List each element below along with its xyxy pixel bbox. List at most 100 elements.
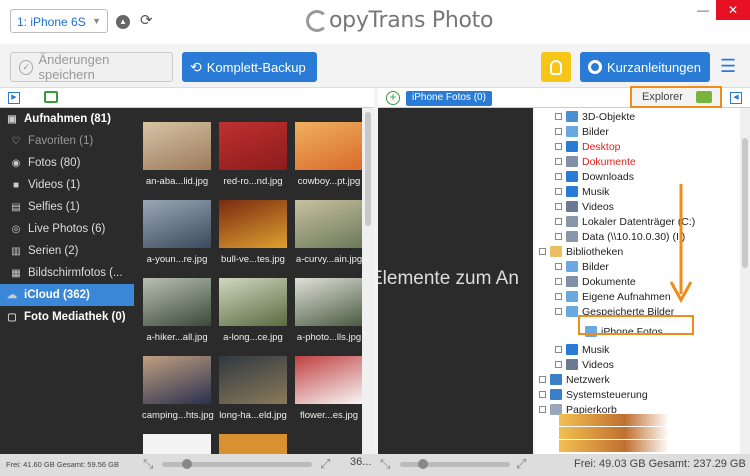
sidebar-item-1[interactable]: ♡ Favoriten (1)	[0, 130, 134, 152]
tree-node[interactable]: Musik	[555, 184, 609, 199]
photo-image	[295, 200, 362, 248]
sidebar-item-label: Videos (1)	[28, 179, 81, 191]
shrink-icon[interactable]: ⤡	[143, 456, 153, 472]
tree-node[interactable]: Bilder	[555, 259, 609, 274]
device-select[interactable]: 1: iPhone 6S ▼	[10, 9, 108, 33]
expander-icon[interactable]	[539, 376, 546, 383]
new-album-icon[interactable]	[44, 91, 58, 103]
expand-icon[interactable]: ⤢	[516, 456, 526, 472]
sidebar-item-label: Serien (2)	[28, 245, 79, 257]
photo-thumbnail[interactable]: an-aba...lid.jpg	[142, 122, 212, 187]
zoom-slider[interactable]	[400, 459, 510, 469]
expander-icon[interactable]	[555, 128, 562, 135]
tree-node[interactable]: 3D-Objekte	[555, 109, 635, 124]
photo-thumbnail[interactable]: a-long...ce.jpg	[218, 278, 288, 343]
photo-thumbnail[interactable]	[219, 434, 287, 454]
expander-icon[interactable]	[555, 173, 562, 180]
sidebar-item-label: iCloud (362)	[24, 289, 90, 301]
photo-thumbnail[interactable]: a-curvy...ain.jpg	[294, 200, 362, 265]
add-icon[interactable]: +	[386, 91, 400, 105]
tree-node[interactable]: Bilder	[555, 124, 609, 139]
zoom-slider-knob[interactable]	[182, 459, 192, 469]
eject-icon[interactable]: ▲	[116, 15, 130, 29]
expander-icon[interactable]	[539, 248, 546, 255]
scrollbar-thumb[interactable]	[365, 112, 371, 226]
photo-thumbnail[interactable]: bull-ve...tes.jpg	[218, 200, 288, 265]
photo-thumbnail[interactable]: flower...es.jpg	[294, 356, 362, 421]
expand-icon[interactable]: ⤢	[320, 456, 330, 472]
expander-icon[interactable]	[539, 406, 546, 413]
tree-node[interactable]: Videos	[555, 199, 614, 214]
refresh-icon[interactable]: ⟳	[140, 13, 156, 29]
lightbulb-button[interactable]	[541, 52, 571, 82]
expander-icon[interactable]	[555, 158, 562, 165]
photo-caption: a-photo...lls.jpg	[296, 332, 362, 343]
photo-caption: a-curvy...ain.jpg	[295, 254, 362, 265]
photo-thumbnail[interactable]: camping...hts.jpg	[142, 356, 214, 421]
iphone-photos-drop-area[interactable]: Elemente zum An	[378, 108, 533, 454]
tree-node[interactable]: Dokumente	[555, 154, 636, 169]
sidebar-item-5[interactable]: ◎ Live Photos (6)	[0, 218, 134, 240]
pointer-arrow-icon	[669, 184, 693, 304]
shrink-icon[interactable]: ⤡	[380, 456, 390, 472]
expander-icon[interactable]	[555, 263, 562, 270]
expander-icon[interactable]	[555, 308, 562, 315]
photo-thumbnail[interactable]: cowboy...pt.jpg	[294, 122, 362, 187]
tree-node[interactable]: Videos	[555, 357, 614, 372]
tree-node[interactable]: Data (\\10.10.0.30) (I:)	[555, 229, 685, 244]
sidebar-item-7[interactable]: ▦ Bildschirmfotos (...	[0, 262, 134, 284]
expander-icon[interactable]	[555, 203, 562, 210]
tree-node[interactable]: Downloads	[555, 169, 634, 184]
minimize-icon[interactable]: —	[690, 0, 716, 20]
tree-node[interactable]: Desktop	[555, 139, 621, 154]
expander-icon[interactable]	[555, 293, 562, 300]
tab-explorer[interactable]: Explorer	[630, 86, 722, 108]
expander-icon[interactable]	[555, 233, 562, 240]
expander-icon[interactable]	[555, 113, 562, 120]
app-window: 1: iPhone 6S ▼ ▲ ⟳ opyTrans Photo — ✕ ✓ …	[0, 0, 750, 476]
close-icon[interactable]: ✕	[716, 0, 750, 20]
scrollbar-thumb[interactable]	[742, 138, 748, 268]
expander-icon[interactable]	[539, 391, 546, 398]
selfie-icon: ▤	[11, 201, 21, 213]
expander-icon[interactable]	[555, 188, 562, 195]
photo-thumbnail[interactable]: red-ro...nd.jpg	[218, 122, 288, 187]
save-changes-button[interactable]: ✓ Änderungen speichern	[10, 52, 173, 82]
tree-node[interactable]: Dokumente	[555, 274, 636, 289]
zoom-slider-knob[interactable]	[418, 459, 428, 469]
tree-node[interactable]: Musik	[555, 342, 609, 357]
expander-icon[interactable]	[555, 278, 562, 285]
expander-icon[interactable]	[555, 143, 562, 150]
photo-thumbnail[interactable]: a-photo...lls.jpg	[294, 278, 362, 343]
photo-thumbnail[interactable]	[143, 434, 211, 454]
expander-icon[interactable]	[555, 361, 562, 368]
sidebar-item-0[interactable]: ▣ Aufnahmen (81)	[0, 108, 134, 130]
quick-guides-button[interactable]: Kurzanleitungen	[580, 52, 710, 82]
tree-node[interactable]: Bibliotheken	[539, 244, 623, 259]
hamburger-menu-icon[interactable]: ☰	[720, 57, 740, 77]
grid-scrollbar[interactable]	[362, 108, 374, 454]
sidebar-item-3[interactable]: ■ Videos (1)	[0, 174, 134, 196]
tree-node[interactable]: Eigene Aufnahmen	[555, 289, 671, 304]
sidebar-item-6[interactable]: ▥ Serien (2)	[0, 240, 134, 262]
right-storage-text: Frei: 49.03 GB Gesamt: 237.29 GB	[574, 458, 746, 470]
sidebar-item-8[interactable]: ☁ iCloud (362)	[0, 284, 134, 306]
sidebar-item-4[interactable]: ▤ Selfies (1)	[0, 196, 134, 218]
tree-node[interactable]: Systemsteuerung	[539, 387, 648, 402]
collapse-right-icon[interactable]: ◀	[730, 92, 742, 104]
tree-scrollbar[interactable]	[740, 108, 750, 454]
collapse-left-icon[interactable]: ▶	[8, 92, 20, 104]
tree-node[interactable]: Netzwerk	[539, 372, 610, 387]
expander-icon[interactable]	[555, 218, 562, 225]
photo-thumbnail[interactable]: a-youn...re.jpg	[142, 200, 212, 265]
full-backup-button[interactable]: ⟲ Komplett-Backup	[182, 52, 317, 82]
sidebar-item-2[interactable]: ◉ Fotos (80)	[0, 152, 134, 174]
expander-icon[interactable]	[555, 346, 562, 353]
tab-iphone-photos[interactable]: iPhone Fotos (0)	[406, 91, 492, 106]
sidebar-item-label: Favoriten (1)	[28, 135, 94, 147]
photo-thumbnail[interactable]: long-ha...eld.jpg	[218, 356, 288, 421]
check-circle-icon: ✓	[19, 59, 34, 75]
sidebar-item-9[interactable]: ▢ Foto Mediathek (0)	[0, 306, 134, 328]
zoom-slider[interactable]	[162, 459, 312, 469]
photo-thumbnail[interactable]: a-hiker...all.jpg	[142, 278, 212, 343]
